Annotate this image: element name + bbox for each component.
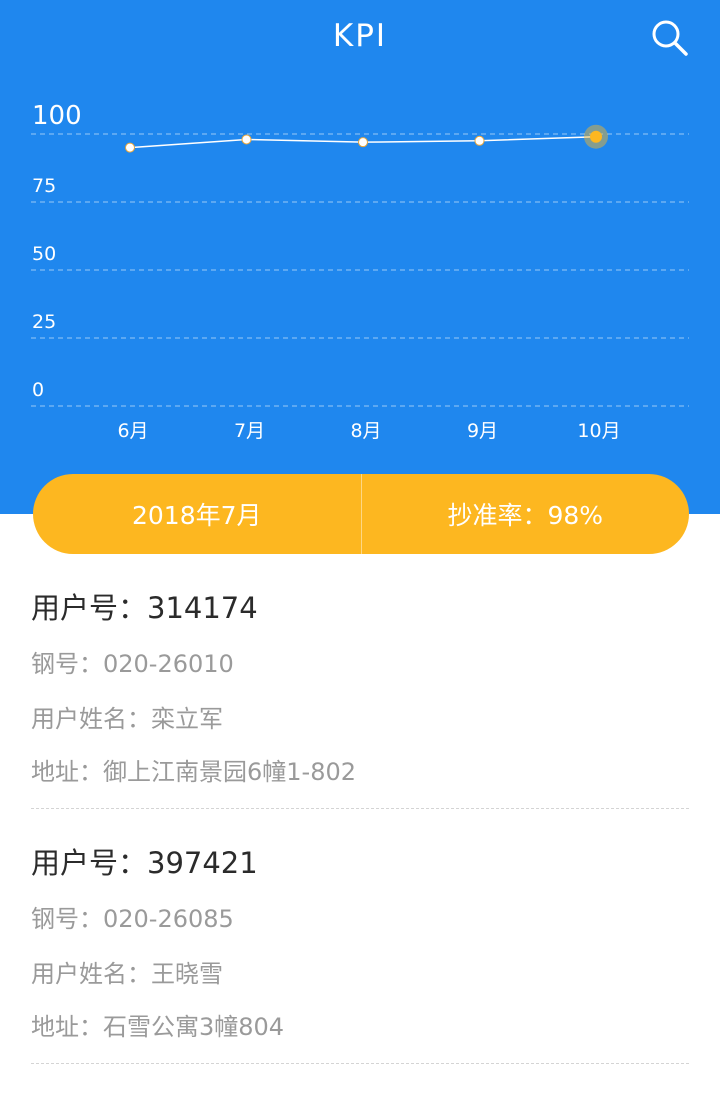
record-list: 用户号：314174 钢号：020-26010 用户姓名：栾立军 地址：御上江南… (0, 560, 720, 1070)
data-point-highlight[interactable] (590, 130, 602, 143)
summary-bar: 2018年7月 抄准率：98% (33, 474, 689, 554)
x-tick-label: 10月 (577, 420, 620, 442)
y-tick-label: 25 (32, 311, 56, 333)
divider (31, 808, 689, 809)
x-tick-label: 6月 (117, 420, 148, 442)
data-point[interactable] (358, 137, 368, 148)
x-tick-label: 8月 (350, 420, 381, 442)
y-tick-label: 100 (32, 101, 82, 131)
accuracy-rate[interactable]: 抄准率：98% (362, 474, 690, 554)
accuracy-rate-label: 抄准率：98% (447, 501, 604, 530)
user-name: 用户姓名：王晓雪 (31, 960, 223, 988)
kpi-chart: 100 75 50 25 0 6月 7月 8月 9月 10月 (31, 101, 689, 442)
meter-number: 钢号：020-26085 (31, 905, 234, 933)
x-tick-label: 9月 (467, 420, 498, 442)
x-tick-label: 7月 (234, 420, 265, 442)
meter-number: 钢号：020-26010 (31, 650, 234, 678)
data-point[interactable] (474, 135, 485, 146)
address: 地址：御上江南景园6幢1-802 (31, 758, 357, 786)
user-number: 用户号：397421 (31, 846, 258, 880)
data-point[interactable] (241, 134, 252, 145)
user-number: 用户号：314174 (31, 591, 258, 625)
user-name: 用户姓名：栾立军 (31, 705, 223, 733)
list-item[interactable]: 用户号：397421 钢号：020-26085 用户姓名：王晓雪 地址：石雪公寓… (0, 815, 720, 1070)
list-item[interactable]: 用户号：314174 钢号：020-26010 用户姓名：栾立军 地址：御上江南… (0, 560, 720, 815)
data-point[interactable] (125, 142, 135, 153)
address: 地址：石雪公寓3幢804 (31, 1013, 285, 1041)
header: KPI 100 75 50 25 0 6月 7月 8月 9月 10月 (0, 0, 720, 514)
y-tick-label: 50 (32, 243, 56, 265)
y-tick-label: 75 (32, 175, 56, 197)
month-label: 2018年7月 (131, 501, 262, 530)
month-selector[interactable]: 2018年7月 (33, 474, 361, 554)
y-tick-label: 0 (32, 379, 44, 401)
divider (31, 1063, 689, 1064)
